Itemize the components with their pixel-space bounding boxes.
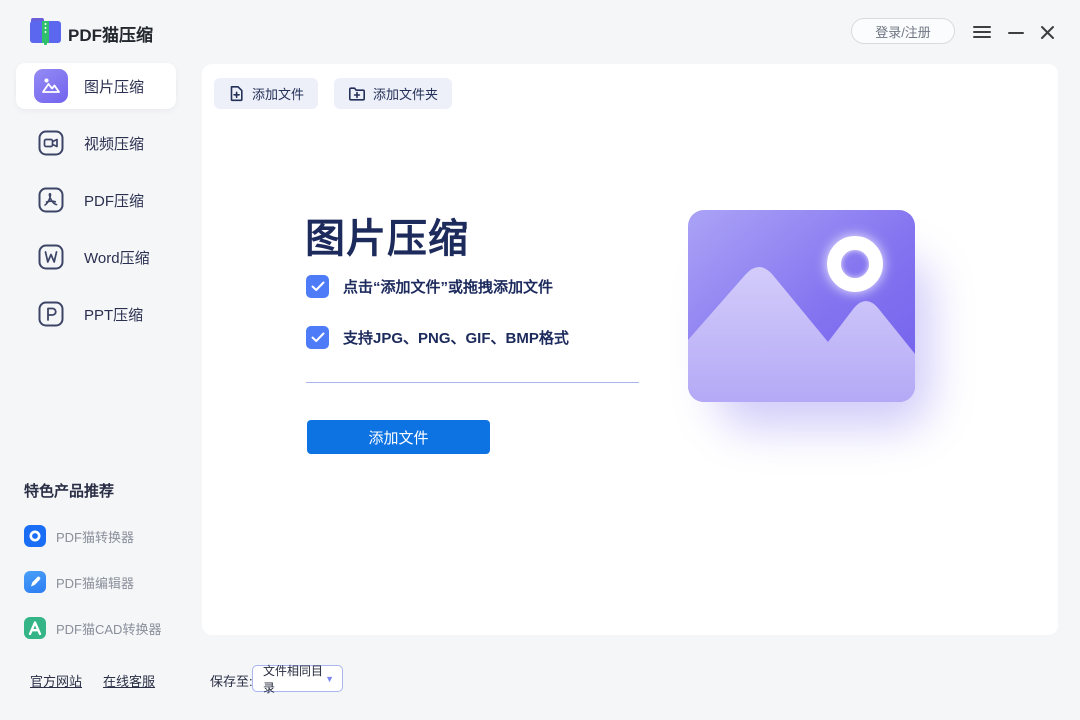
sidebar-item-label: 视频压缩 [84,133,144,154]
sidebar-item-ppt-compress[interactable]: PPT压缩 [16,291,176,337]
sidebar-item-word-compress[interactable]: Word压缩 [16,234,176,280]
save-location-dropdown[interactable]: 文件相同目录 ▼ [252,665,343,692]
pdf-icon [34,183,68,217]
checkbox-checked-icon[interactable] [306,275,329,298]
sidebar-item-video-compress[interactable]: 视频压缩 [16,120,176,166]
chevron-down-icon: ▼ [325,674,334,684]
featured-item-label: PDF猫编辑器 [56,573,134,592]
checkbox-checked-icon[interactable] [306,326,329,349]
menu-icon[interactable] [972,22,992,42]
word-icon [34,240,68,274]
app-window: PDF猫压缩 登录/注册 图片压缩 [0,0,1080,720]
app-title: PDF猫压缩 [68,21,153,46]
online-service-link[interactable]: 在线客服 [103,671,155,690]
add-file-primary-button[interactable]: 添加文件 [307,420,490,454]
folder-plus-icon [348,85,366,102]
app-logo-icon [28,15,64,47]
ppt-icon [34,297,68,331]
sidebar-nav: 图片压缩 视频压缩 PDF压缩 [0,63,202,348]
image-icon [34,69,68,103]
mountains-graphic [688,210,915,402]
footer-bar: 官方网站 在线客服 保存至: 文件相同目录 ▼ [0,658,1080,720]
hint-row-formats: 支持JPG、PNG、GIF、BMP格式 [306,326,569,349]
video-icon [34,126,68,160]
close-icon[interactable] [1037,22,1057,42]
sidebar-item-label: 图片压缩 [84,76,144,97]
sun-ring-icon [827,236,883,292]
add-folder-toolbar-button[interactable]: 添加文件夹 [334,78,452,109]
official-site-link[interactable]: 官方网站 [30,671,82,690]
cad-icon [24,617,46,639]
add-file-label: 添加文件 [252,84,304,103]
add-file-toolbar-button[interactable]: 添加文件 [214,78,318,109]
save-location-value: 文件相同目录 [263,662,325,696]
minimize-icon[interactable] [1006,22,1026,42]
main-content-panel: 添加文件 添加文件夹 图片压缩 点击“添加文件”或拖拽添加文件 支持JPG、PN… [202,64,1058,635]
image-compress-illustration [688,210,915,402]
save-to-label: 保存至: [210,671,253,690]
featured-item-label: PDF猫CAD转换器 [56,619,161,638]
featured-item-editor[interactable]: PDF猫编辑器 [24,571,202,593]
divider-line [306,382,639,383]
sidebar-item-image-compress[interactable]: 图片压缩 [16,63,176,109]
editor-icon [24,571,46,593]
hint-text: 支持JPG、PNG、GIF、BMP格式 [343,327,569,348]
page-title: 图片压缩 [305,206,469,264]
featured-item-converter[interactable]: PDF猫转换器 [24,525,202,547]
sidebar-item-label: PPT压缩 [84,304,143,325]
title-bar: PDF猫压缩 登录/注册 [0,0,1080,64]
sidebar-item-label: Word压缩 [84,247,150,268]
file-plus-icon [228,85,245,102]
image-frame-icon [688,210,915,402]
featured-products-section: 特色产品推荐 PDF猫转换器 PDF猫编辑器 PDF猫CAD转换器 [0,480,202,639]
converter-icon [24,525,46,547]
sidebar-item-label: PDF压缩 [84,190,144,211]
login-register-button[interactable]: 登录/注册 [851,18,955,44]
hint-row-add-files: 点击“添加文件”或拖拽添加文件 [306,275,553,298]
hint-text: 点击“添加文件”或拖拽添加文件 [343,276,553,297]
featured-item-cad[interactable]: PDF猫CAD转换器 [24,617,202,639]
sidebar-item-pdf-compress[interactable]: PDF压缩 [16,177,176,223]
featured-item-label: PDF猫转换器 [56,527,134,546]
featured-products-title: 特色产品推荐 [24,480,202,501]
add-folder-label: 添加文件夹 [373,84,438,103]
